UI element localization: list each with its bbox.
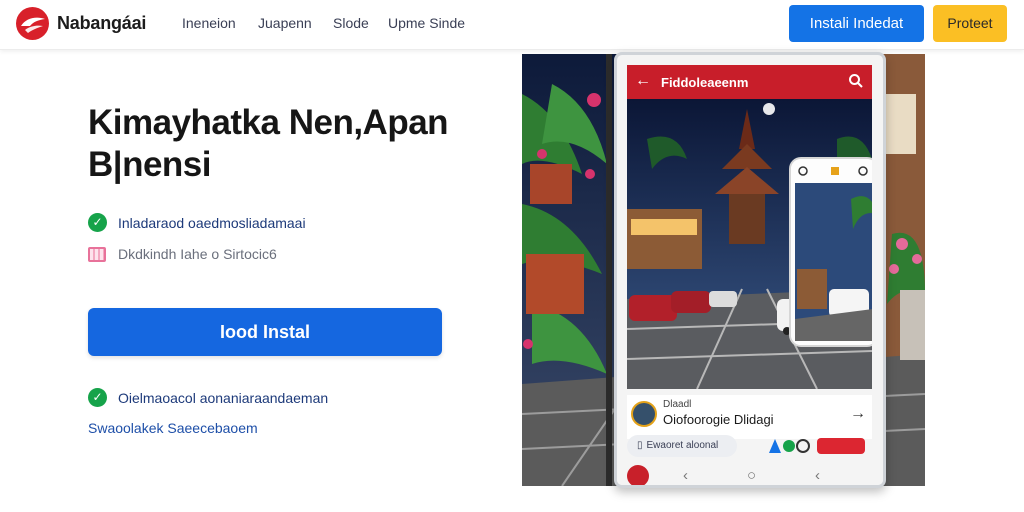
brand-logo-icon[interactable] <box>16 7 49 40</box>
pill-icon: ▯ <box>637 440 643 451</box>
feature-item-1: ✓ Inladaraod oaedmosliadamaai <box>88 213 306 232</box>
street-photo <box>627 99 872 389</box>
pill-text: Ewaoret aloonal <box>646 440 719 451</box>
main-install-button[interactable]: Iood Instal <box>88 308 442 356</box>
phone-mockup: ← Fiddoleaeenm Dlaadl Oiofoorogie Dlidag… <box>614 52 886 488</box>
headline-line-2: B|nensi <box>88 145 211 184</box>
nav-back-icon[interactable]: ‹ <box>683 467 688 484</box>
nav-home-icon[interactable]: ○ <box>747 467 756 484</box>
check-circle-icon: ✓ <box>88 213 107 232</box>
red-action-button[interactable] <box>817 438 865 454</box>
feature-text-2: Dkdkindh Iahe o Sirtocic6 <box>118 246 277 262</box>
feature-item-3: ✓ Oielmaoacol aonaniaraandaeman <box>88 388 328 407</box>
top-navigation-bar: Nabangáai Ineneion Juapenn Slode Upme Si… <box>0 0 1024 50</box>
feature-text-1: Inladaraod oaedmosliadamaai <box>118 214 306 231</box>
inner-phone-screen <box>789 157 872 347</box>
app-title: Fiddoleaeenm <box>661 75 749 90</box>
protect-button[interactable]: Proteet <box>933 5 1007 42</box>
brand-name[interactable]: Nabangáai <box>57 13 146 34</box>
headline-line-1: Kimayhatka Nen,Apan <box>88 103 449 142</box>
back-arrow-icon[interactable]: ← <box>635 72 651 90</box>
nav-link-1[interactable]: Ineneion <box>182 15 236 31</box>
nav-link-2[interactable]: Juapenn <box>258 15 312 31</box>
app-header-bar: ← Fiddoleaeenm <box>627 65 872 99</box>
install-button[interactable]: Instali Indedat <box>789 5 924 42</box>
nav-link-3[interactable]: Slode <box>333 15 369 31</box>
search-icon[interactable] <box>848 73 864 89</box>
nav-link-4[interactable]: Upme Sinde <box>388 15 465 31</box>
feature-item-2: Dkdkindh Iahe o Sirtocic6 <box>88 246 277 262</box>
hero-headline: Kimayhatka Nen,Apan B|nensi <box>88 102 488 186</box>
forward-arrow-icon[interactable]: → <box>850 405 866 423</box>
feature-text-3: Oielmaoacol aonaniaraandaeman <box>118 389 329 406</box>
phone-action-bar: ▯ Ewaoret aloonal <box>627 435 872 461</box>
check-circle-icon: ✓ <box>88 388 107 407</box>
security-link[interactable]: Swaoolakek Saeecebaoem <box>88 420 258 436</box>
profile-icon[interactable] <box>627 465 649 485</box>
author-avatar <box>631 401 657 427</box>
author-row[interactable]: Dlaadl Oiofoorogie Dlidagi → <box>627 395 872 439</box>
comment-pill[interactable]: ▯ Ewaoret aloonal <box>627 435 737 457</box>
author-name: Oiofoorogie Dlidagi <box>663 412 774 427</box>
share-icons[interactable] <box>767 437 811 455</box>
nav-back-icon-right[interactable]: ‹ <box>815 467 820 484</box>
system-navigation-bar: ‹ ○ ‹ <box>617 465 883 485</box>
calendar-icon <box>88 246 106 262</box>
author-caption: Dlaadl <box>663 399 692 410</box>
